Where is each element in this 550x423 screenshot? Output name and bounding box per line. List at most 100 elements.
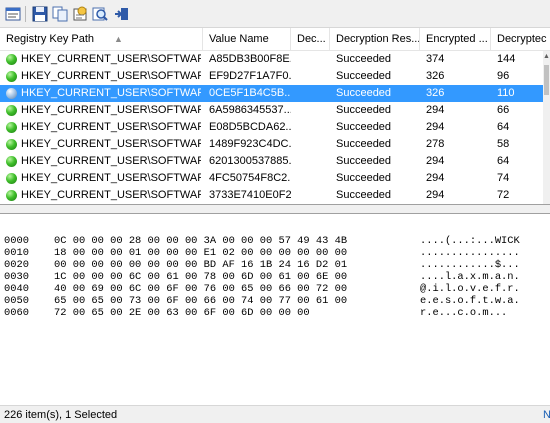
list-scrollbar[interactable]: ▲ xyxy=(543,51,550,204)
hex-ascii: ................ xyxy=(420,247,520,259)
save-icon xyxy=(32,6,48,22)
hex-bytes: 65 00 65 00 73 00 6F 00 66 00 74 00 77 0… xyxy=(54,295,348,307)
table-row[interactable]: HKEY_CURRENT_USER\SOFTWARE\... 4FC50754F8… xyxy=(0,170,543,187)
table-row[interactable]: HKEY_CURRENT_USER\SOFTWARE\... 6A59863455… xyxy=(0,102,543,119)
pane-splitter[interactable] xyxy=(0,204,550,214)
cell-dec xyxy=(297,102,330,119)
table-row[interactable]: HKEY_CURRENT_USER\SOFTWARE\... 1489F923C4… xyxy=(0,136,543,153)
cell-value-name: E08D5BCDA62... xyxy=(209,121,291,133)
properties-button[interactable] xyxy=(4,5,22,23)
table-row[interactable]: HKEY_CURRENT_USER\SOFTWARE\... E08D5BCDA6… xyxy=(0,119,543,136)
cell-result: Succeeded xyxy=(336,189,392,201)
hex-ascii: r.e...c.o.m... xyxy=(420,307,508,319)
table-row[interactable]: HKEY_CURRENT_USER\SOFTWARE\... 3733E7410E… xyxy=(0,187,543,204)
cell-result: Succeeded xyxy=(336,172,392,184)
cell-decrypted: 96 xyxy=(497,70,510,82)
status-bar: 226 item(s), 1 Selected N xyxy=(0,405,550,423)
cell-value-name: 1489F923C4DC... xyxy=(209,138,291,150)
hex-dump-pane[interactable]: 0000 0C 00 00 00 28 00 00 00 3A 00 00 00 … xyxy=(0,214,550,405)
status-ball-icon xyxy=(6,88,17,99)
cell-path: HKEY_CURRENT_USER\SOFTWARE\... xyxy=(21,53,201,65)
cell-decrypted: 64 xyxy=(497,121,510,133)
cell-dec xyxy=(297,119,330,136)
hex-bytes: 18 00 00 00 01 00 00 00 E1 02 00 00 00 0… xyxy=(54,247,348,259)
hex-offset: 0060 xyxy=(4,307,29,319)
table-row[interactable]: HKEY_CURRENT_USER\SOFTWARE\... 0CE5F1B4C5… xyxy=(0,85,543,102)
cell-value-name: 3733E7410E0F2... xyxy=(209,189,291,201)
cell-path: HKEY_CURRENT_USER\SOFTWARE\... xyxy=(21,87,201,99)
cell-path: HKEY_CURRENT_USER\SOFTWARE\... xyxy=(21,189,201,201)
html-report-button[interactable] xyxy=(71,5,89,23)
hex-line: 0050 65 00 65 00 73 00 6F 00 66 00 74 00 … xyxy=(0,295,550,307)
cell-value-name: 6201300537885... xyxy=(209,155,291,167)
cell-value-name: 0CE5F1B4C5B... xyxy=(209,87,291,99)
cell-decrypted: 74 xyxy=(497,172,510,184)
hex-line: 0060 72 00 65 00 2E 00 63 00 6F 00 6D 00 … xyxy=(0,307,550,319)
hex-offset: 0010 xyxy=(4,247,29,259)
hex-line: 0010 18 00 00 00 01 00 00 00 E1 02 00 00 … xyxy=(0,247,550,259)
cell-dec xyxy=(297,51,330,68)
cell-path: HKEY_CURRENT_USER\SOFTWARE\... xyxy=(21,104,201,116)
find-icon xyxy=(92,7,108,21)
table-row[interactable]: HKEY_CURRENT_USER\SOFTWARE\... 6201300537… xyxy=(0,153,543,170)
registry-list[interactable]: Registry Key Path ▲ Value Name Dec... Dec… xyxy=(0,28,550,204)
cell-dec xyxy=(297,153,330,170)
cell-result: Succeeded xyxy=(336,53,392,65)
status-ball-icon xyxy=(6,122,17,133)
column-decryption-result[interactable]: Decryption Res... xyxy=(330,28,420,50)
cell-decrypted: 72 xyxy=(497,189,510,201)
column-dec[interactable]: Dec... xyxy=(291,28,330,50)
cell-encrypted: 326 xyxy=(426,87,445,99)
hex-line: 0020 00 00 00 00 00 00 00 00 BD AF 16 1B … xyxy=(0,259,550,271)
hex-ascii: e.e.s.o.f.t.w.a. xyxy=(420,295,520,307)
cell-decrypted: 66 xyxy=(497,104,510,116)
find-button[interactable] xyxy=(91,5,109,23)
cell-path: HKEY_CURRENT_USER\SOFTWARE\... xyxy=(21,121,201,133)
cell-encrypted: 294 xyxy=(426,189,445,201)
hex-ascii: ............$... xyxy=(420,259,520,271)
hex-ascii: @.i.l.o.v.e.f.r. xyxy=(420,283,520,295)
cell-value-name: 6A5986345537... xyxy=(209,104,291,116)
status-ball-icon xyxy=(6,156,17,167)
copy-button[interactable] xyxy=(51,5,69,23)
cell-encrypted: 294 xyxy=(426,121,445,133)
exit-button[interactable] xyxy=(113,5,131,23)
cell-dec xyxy=(297,170,330,187)
cell-encrypted: 294 xyxy=(426,155,445,167)
cell-decrypted: 64 xyxy=(497,155,510,167)
cell-encrypted: 294 xyxy=(426,104,445,116)
hex-offset: 0020 xyxy=(4,259,29,271)
column-value-name[interactable]: Value Name xyxy=(203,28,291,50)
cell-result: Succeeded xyxy=(336,155,392,167)
save-button[interactable] xyxy=(31,5,49,23)
cell-encrypted: 294 xyxy=(426,172,445,184)
exit-icon xyxy=(115,8,128,20)
column-label: Dec... xyxy=(297,33,326,45)
table-row[interactable]: HKEY_CURRENT_USER\SOFTWARE\... A85DB3B00F… xyxy=(0,51,543,68)
cell-dec xyxy=(297,187,330,204)
hex-offset: 0040 xyxy=(4,283,29,295)
toolbar-separator xyxy=(25,6,26,22)
cell-dec xyxy=(297,136,330,153)
cell-encrypted: 278 xyxy=(426,138,445,150)
table-row[interactable]: HKEY_CURRENT_USER\SOFTWARE\... EF9D27F1A7… xyxy=(0,68,543,85)
cell-result: Succeeded xyxy=(336,87,392,99)
cell-decrypted: 144 xyxy=(497,53,516,65)
column-label: Decryptec xyxy=(497,33,547,45)
column-encrypted-size[interactable]: Encrypted ... xyxy=(420,28,491,50)
hex-offset: 0000 xyxy=(4,235,29,247)
properties-icon xyxy=(5,7,21,21)
column-decrypted-size[interactable]: Decryptec xyxy=(491,28,550,50)
scrollbar-thumb[interactable] xyxy=(544,65,549,95)
column-registry-key-path[interactable]: Registry Key Path ▲ xyxy=(0,28,203,50)
column-label: Encrypted ... xyxy=(426,33,488,45)
column-label: Registry Key Path xyxy=(6,33,95,45)
status-ball-icon xyxy=(6,139,17,150)
status-link[interactable]: N xyxy=(543,408,550,423)
hex-line: 0040 40 00 69 00 6C 00 6F 00 76 00 65 00 … xyxy=(0,283,550,295)
sort-ascending-icon: ▲ xyxy=(114,34,123,44)
scroll-up-arrow-icon[interactable]: ▲ xyxy=(543,51,550,63)
hex-bytes: 1C 00 00 00 6C 00 61 00 78 00 6D 00 61 0… xyxy=(54,271,348,283)
status-text: 226 item(s), 1 Selected xyxy=(4,409,118,421)
list-header: Registry Key Path ▲ Value Name Dec... Dec… xyxy=(0,28,550,51)
